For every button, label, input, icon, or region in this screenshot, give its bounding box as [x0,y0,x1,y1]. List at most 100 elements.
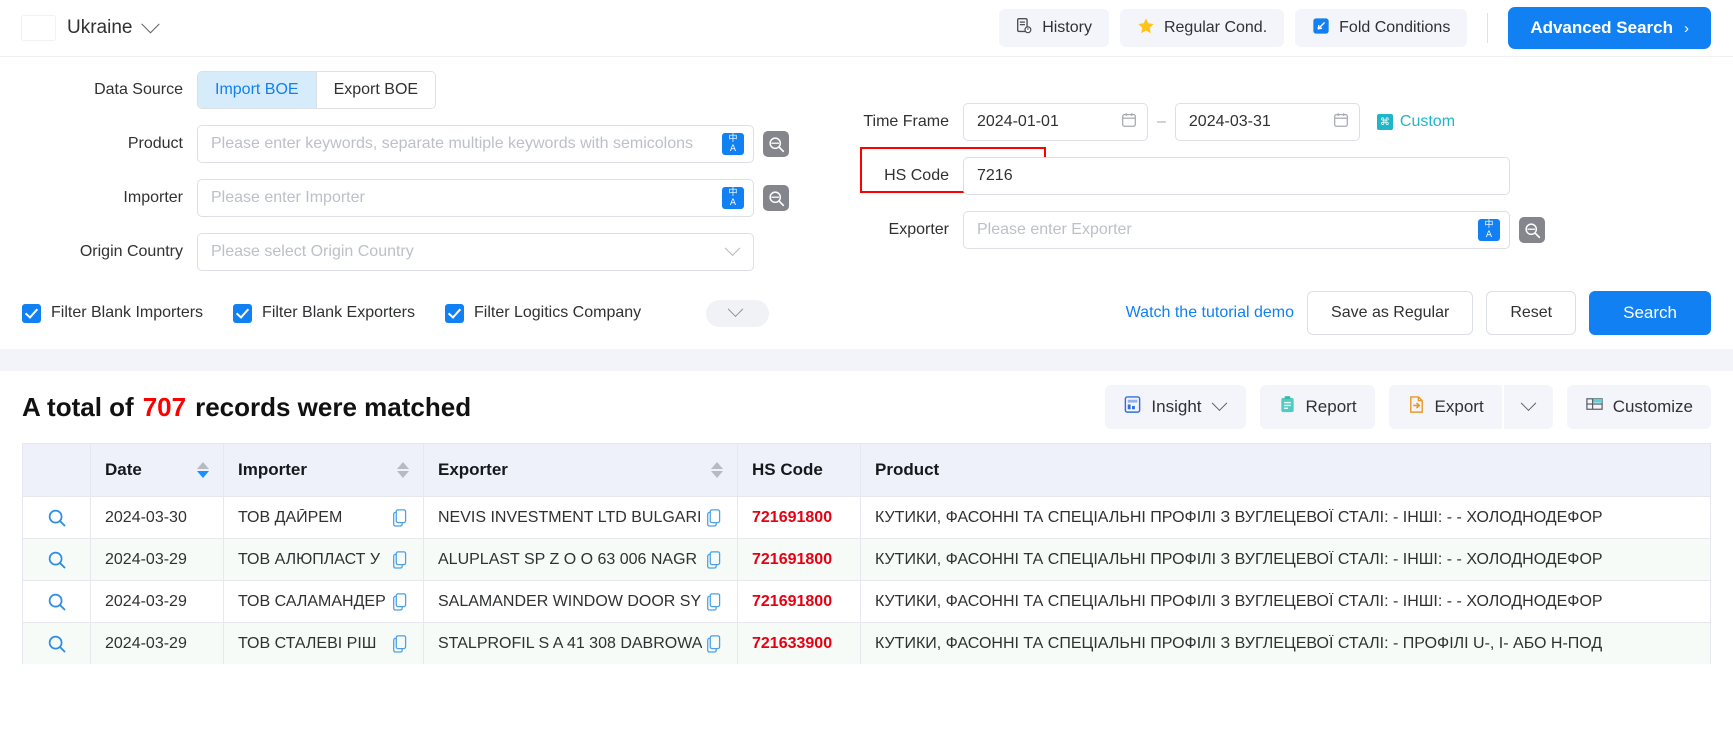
table-row[interactable]: 2024-03-29 ТОВ АЛЮПЛАСТ У ALUPLAST SP Z … [23,538,1710,580]
table-row[interactable]: 2024-03-29 ТОВ САЛАМАНДЕР SALAMANDER WIN… [23,580,1710,622]
row-detail-cell[interactable] [23,497,91,538]
reset-button[interactable]: Reset [1486,291,1577,335]
chevron-down-icon [727,300,744,317]
cell-hs-code-text: 721691800 [752,508,833,526]
expand-filters-toggle[interactable] [706,299,770,327]
translate-icon[interactable]: 中A [1478,219,1500,241]
hs-code-input[interactable]: 7216 [963,157,1510,195]
copy-icon[interactable] [392,508,409,527]
fold-conditions-button[interactable]: Fold Conditions [1295,9,1468,47]
insight-label: Insight [1151,397,1202,416]
insight-button[interactable]: Insight [1105,385,1246,429]
search-button[interactable]: Search [1589,291,1711,335]
time-frame-end-input[interactable]: 2024-03-31 [1174,103,1360,141]
search-detail-icon[interactable] [46,549,68,571]
row-detail-cell[interactable] [23,623,91,664]
cell-importer: ТОВ САЛАМАНДЕР [224,581,424,622]
th-importer[interactable]: Importer [224,444,424,496]
search-detail-icon[interactable] [46,591,68,613]
copy-icon[interactable] [706,592,723,611]
time-frame-start-input[interactable]: 2024-01-01 [963,103,1148,141]
th-detail [23,444,91,496]
segment-export-boe[interactable]: Export BOE [315,72,436,108]
copy-icon[interactable] [706,634,723,653]
export-split-button: Export [1388,385,1553,429]
calendar-icon [1120,111,1138,134]
regular-cond-button[interactable]: Regular Cond. [1119,9,1285,47]
tutorial-demo-link[interactable]: Watch the tutorial demo [1126,304,1294,322]
filter-action-row: Filter Blank Importers Filter Blank Expo… [22,291,1711,335]
importer-search-scope-icon[interactable] [763,185,789,211]
results-prefix: A total of [22,391,134,422]
cell-hs-code-text: 721633900 [752,634,833,652]
top-bar: Ukraine History Regular Cond. Fold Condi… [0,0,1733,57]
cell-exporter-text: SALAMANDER WINDOW DOOR SY [438,592,702,610]
checkbox-filter-blank-importers[interactable]: Filter Blank Importers [22,303,203,323]
copy-icon[interactable] [706,550,723,569]
product-search-scope-icon[interactable] [763,131,789,157]
table-row[interactable]: 2024-03-29 ТОВ СТАЛЕВІ РІШ STALPROFIL S … [23,622,1710,664]
history-button[interactable]: History [999,9,1109,47]
advanced-search-button[interactable]: Advanced Search › [1508,7,1711,49]
product-row: Product Please enter keywords, separate … [22,125,822,163]
copy-icon[interactable] [706,508,723,527]
checkbox-filter-logistics-company[interactable]: Filter Logitics Company [444,303,641,323]
data-source-segmented[interactable]: Import BOE Export BOE [197,71,437,109]
sort-desc-icon [397,471,409,478]
sort-date[interactable] [197,462,209,478]
search-detail-icon[interactable] [46,507,68,529]
checkbox-icon [233,303,253,323]
cell-importer-text: ТОВ СТАЛЕВІ РІШ [238,634,377,652]
report-button[interactable]: Report [1259,385,1375,429]
regular-cond-label: Regular Cond. [1163,19,1268,36]
copy-icon[interactable] [392,592,409,611]
exporter-input[interactable]: Please enter Exporter 中A [963,211,1510,249]
country-selector[interactable]: Ukraine [22,14,161,40]
product-input[interactable]: Please enter keywords, separate multiple… [197,125,754,163]
row-detail-cell[interactable] [23,539,91,580]
cell-date: 2024-03-29 [91,539,224,580]
sort-importer[interactable] [397,462,409,478]
copy-icon[interactable] [392,550,409,569]
table-row[interactable]: 2024-03-30 ТОВ ДАЙРЕМ NEVIS INVESTMENT L… [23,496,1710,538]
origin-country-select[interactable]: Please select Origin Country [197,233,754,271]
importer-input[interactable]: Please enter Importer 中A [197,179,754,217]
results-header: A total of 707 records were matched Insigh… [22,371,1711,443]
exporter-search-scope-icon[interactable] [1519,217,1545,243]
sort-asc-icon [197,462,209,469]
time-frame-row: Time Frame 2024-01-01 – 2024-03-31 ⌘ Cus… [858,103,1711,141]
translate-icon[interactable]: 中A [722,187,744,209]
export-dropdown-button[interactable] [1503,385,1553,429]
cell-date: 2024-03-29 [91,581,224,622]
data-source-label: Data Source [94,81,183,98]
ukraine-flag-icon [22,16,55,40]
sort-exporter[interactable] [711,462,723,478]
exporter-placeholder: Please enter Exporter [977,221,1132,238]
origin-country-placeholder: Please select Origin Country [211,243,414,260]
checkbox-icon [444,303,464,323]
customize-button[interactable]: Customize [1566,385,1711,429]
export-button[interactable]: Export [1388,385,1502,429]
row-detail-cell[interactable] [23,581,91,622]
report-icon [1278,395,1297,419]
cell-product: КУТИКИ, ФАСОННІ ТА СПЕЦІАЛЬНІ ПРОФІЛІ З … [861,581,1710,622]
export-icon [1407,395,1426,419]
importer-row: Importer Please enter Importer 中A [22,179,822,217]
origin-country-label: Origin Country [79,243,183,260]
th-exporter[interactable]: Exporter [424,444,738,496]
custom-range-button[interactable]: ⌘ Custom [1376,113,1455,131]
cell-hs-code: 721691800 [738,497,861,538]
search-detail-icon[interactable] [46,633,68,655]
checkbox-filter-blank-exporters[interactable]: Filter Blank Exporters [233,303,415,323]
translate-icon[interactable]: 中A [722,133,744,155]
top-action-group: History Regular Cond. Fold Conditions Ad… [999,7,1711,49]
save-as-regular-button[interactable]: Save as Regular [1307,291,1474,335]
customize-icon [1585,395,1604,419]
chevron-right-icon: › [1684,19,1689,37]
cell-exporter: STALPROFIL S A 41 308 DABROWA [424,623,738,664]
segment-import-boe[interactable]: Import BOE [198,72,316,108]
copy-icon[interactable] [392,634,409,653]
results-section: A total of 707 records were matched Insigh… [0,371,1733,664]
cell-exporter-text: ALUPLAST SP Z O O 63 006 NAGR [438,550,698,568]
th-date[interactable]: Date [91,444,224,496]
